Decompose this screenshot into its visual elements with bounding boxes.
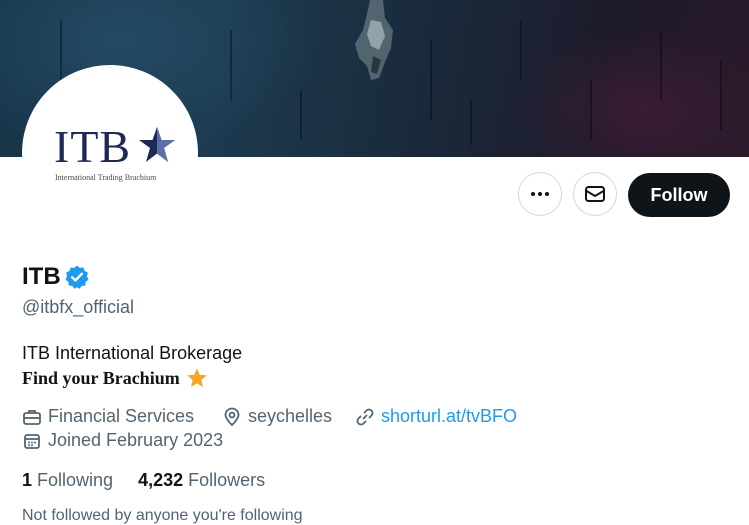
more-options-button[interactable]: [518, 172, 562, 216]
followers-link[interactable]: 4,232 Followers: [138, 470, 265, 491]
category-item: Financial Services: [22, 406, 194, 427]
following-count: 1: [22, 470, 33, 490]
calendar-icon: [24, 433, 40, 449]
bio-line-2-row: Find your Brachium: [22, 367, 208, 389]
followers-label: Followers: [188, 470, 266, 490]
star-emoji-icon: [187, 368, 207, 387]
profile-avatar[interactable]: ITB International Trading Brachium: [22, 65, 198, 241]
profile-location: seychelles: [248, 406, 333, 426]
profile-joined-date: Joined February 2023: [48, 430, 224, 450]
joined-item: Joined February 2023: [22, 430, 223, 451]
follow-stats: 1 Following 4,232 Followers: [22, 470, 290, 491]
star-logo-icon: [139, 127, 175, 162]
briefcase-icon: [23, 409, 41, 425]
envelope-icon: [585, 186, 605, 202]
logo-tagline: International Trading Brachium: [55, 173, 157, 182]
follow-button[interactable]: Follow: [628, 173, 730, 217]
profile-website-link[interactable]: shorturl.at/tvBFO: [381, 406, 517, 427]
following-link[interactable]: 1 Following: [22, 470, 113, 491]
profile-category: Financial Services: [48, 406, 195, 426]
profile-name-row: ITB: [22, 263, 90, 291]
verified-badge-icon[interactable]: [64, 264, 90, 290]
bio-line-1: ITB International Brokerage: [22, 343, 243, 363]
display-name: ITB: [22, 263, 61, 290]
not-followed-notice: Not followed by anyone you're following: [22, 507, 303, 524]
following-label: Following: [37, 470, 114, 490]
link-icon: [356, 408, 374, 425]
location-item: seychelles: [222, 406, 332, 427]
banner-figure-image: [355, 0, 393, 80]
followers-count: 4,232: [138, 470, 184, 490]
website-item[interactable]: shorturl.at/tvBFO: [355, 406, 517, 427]
location-pin-icon: [224, 407, 240, 426]
logo-text: ITB: [54, 121, 132, 172]
more-horizontal-icon: [531, 192, 549, 196]
message-button[interactable]: [573, 172, 617, 216]
profile-handle: @itbfx_official: [22, 297, 134, 317]
bio-line-2: Find your Brachium: [22, 367, 180, 388]
